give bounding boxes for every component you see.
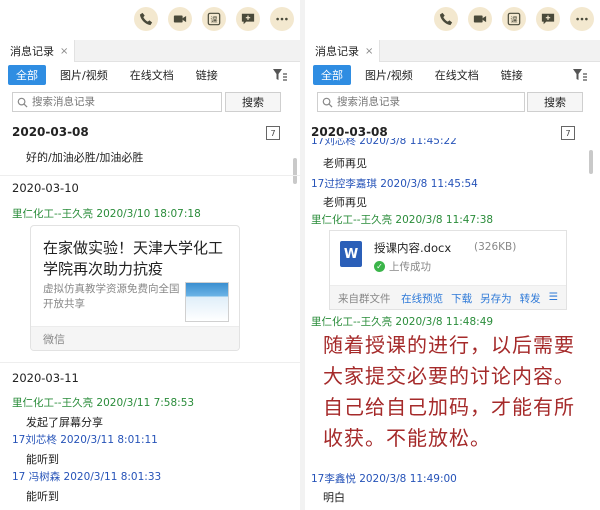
comment-add-icon[interactable]: [236, 7, 260, 31]
divider: [0, 362, 300, 363]
file-actions: 在线预览 下载 另存为 转发 ☰: [401, 291, 558, 306]
card-subtitle: 虚拟仿真教学资源免费向全国开放共享: [43, 283, 180, 310]
message-text: 老师再见: [323, 157, 367, 170]
filter-links[interactable]: 链接: [188, 65, 226, 85]
upload-status-text: 上传成功: [389, 261, 431, 273]
search-button[interactable]: 搜索: [527, 92, 583, 112]
toolbar-icons: 课: [134, 7, 294, 31]
save-as-link[interactable]: 另存为: [480, 291, 512, 306]
search-icon: [322, 97, 333, 108]
filter-all[interactable]: 全部: [313, 65, 351, 85]
message-text: 好的/加油必胜/加油必胜: [26, 151, 144, 164]
message-sender: 里仁化工--王久亮 2020/3/8 11:48:49: [311, 316, 494, 328]
top-toolbar: 课: [305, 0, 600, 40]
download-link[interactable]: 下载: [451, 291, 472, 306]
more-icon[interactable]: [570, 7, 594, 31]
message-list[interactable]: 2020-03-08 7 17刘芯柊 2020/3/8 11:45:22 老师再…: [305, 120, 600, 510]
tab-bar: 消息记录 ×: [0, 40, 300, 62]
top-toolbar: 课: [0, 0, 300, 40]
comment-add-icon[interactable]: [536, 7, 560, 31]
scrollbar-thumb[interactable]: [293, 158, 297, 184]
close-icon[interactable]: ×: [365, 46, 373, 57]
preview-online-link[interactable]: 在线预览: [401, 291, 443, 306]
upload-status: ✓ 上传成功: [374, 259, 431, 274]
search-row: 搜索: [305, 92, 600, 116]
tab-label: 消息记录: [10, 45, 54, 58]
file-name: 授课内容.docx: [374, 241, 452, 255]
card-footer: 微信: [31, 326, 239, 350]
calendar-icon[interactable]: 7: [561, 126, 575, 140]
menu-icon[interactable]: ☰: [549, 291, 558, 306]
date-header: 2020-03-08: [12, 125, 89, 139]
message-text: 能听到: [26, 453, 59, 466]
card-thumbnail: [185, 282, 229, 322]
left-chat-history-panel: 课 消息记录 × 全部 图片/视频 在线文档 链接 搜索 2020: [0, 0, 300, 510]
message-sender: 17过控李嘉琪 2020/3/8 11:45:54: [311, 178, 478, 190]
large-message-text: 随着授课的进行，以后需要大家提交必要的讨论内容。自己给自己加码，才能有所收获。不…: [323, 333, 575, 450]
toolbar-icons: 课: [434, 7, 594, 31]
search-button[interactable]: 搜索: [225, 92, 281, 112]
file-card-footer: 来自群文件 在线预览 下载 另存为 转发 ☰: [330, 285, 566, 309]
filter-online-docs[interactable]: 在线文档: [427, 65, 487, 85]
message-sender: 17李鑫悦 2020/3/8 11:49:00: [311, 473, 457, 485]
filter-bar: 全部 图片/视频 在线文档 链接: [0, 62, 300, 88]
video-icon[interactable]: [468, 7, 492, 31]
filter-online-docs[interactable]: 在线文档: [122, 65, 182, 85]
check-icon: ✓: [374, 261, 385, 272]
date-header: 2020-03-08: [311, 125, 388, 139]
message-list[interactable]: 2020-03-08 7 好的/加油必胜/加油必胜 2020-03-10 里仁化…: [0, 120, 300, 510]
class-glyph: 课: [511, 15, 518, 24]
phone-icon[interactable]: [134, 7, 158, 31]
filter-images-videos[interactable]: 图片/视频: [357, 65, 421, 85]
date-header: 2020-03-11: [12, 371, 79, 385]
filter-links[interactable]: 链接: [493, 65, 531, 85]
forward-link[interactable]: 转发: [520, 291, 541, 306]
message-text: 老师再见: [323, 196, 367, 209]
search-input[interactable]: [337, 96, 517, 108]
message-sender-clipped: 17刘芯柊 2020/3/8 11:45:22: [311, 138, 457, 147]
date-header: 2020-03-10: [12, 181, 79, 195]
search-row: 搜索: [0, 92, 300, 116]
message-sender: 里仁化工--王久亮 2020/3/10 18:07:18: [12, 208, 201, 220]
more-icon[interactable]: [270, 7, 294, 31]
search-box: [317, 92, 525, 112]
search-icon: [17, 97, 28, 108]
message-sender: 里仁化工--王久亮 2020/3/11 7:58:53: [12, 397, 195, 409]
tab-message-history[interactable]: 消息记录 ×: [0, 40, 76, 62]
file-size: (326KB): [474, 241, 517, 253]
calendar-icon[interactable]: 7: [266, 126, 280, 140]
message-sender: 里仁化工--王久亮 2020/3/8 11:47:38: [311, 214, 494, 226]
filter-bar: 全部 图片/视频 在线文档 链接: [305, 62, 600, 88]
class-icon[interactable]: 课: [502, 7, 526, 31]
wechat-article-card[interactable]: 在家做实验！天津大学化工学院再次助力抗疫 虚拟仿真教学资源免费向全国开放共享 微…: [30, 225, 240, 351]
scrollbar-thumb[interactable]: [589, 150, 593, 174]
filter-icon[interactable]: [572, 68, 588, 82]
word-file-icon: W: [340, 241, 362, 267]
right-chat-history-panel: 课 消息记录 × 全部 图片/视频 在线文档 链接 搜索 2020: [305, 0, 600, 510]
phone-icon[interactable]: [434, 7, 458, 31]
close-icon[interactable]: ×: [60, 46, 68, 57]
message-text: 能听到: [26, 490, 59, 503]
tab-message-history[interactable]: 消息记录 ×: [305, 40, 381, 62]
message-sender: 17刘芯柊 2020/3/11 8:01:11: [12, 434, 158, 446]
message-text: 发起了屏幕分享: [26, 416, 103, 429]
message-text: 明白: [323, 491, 345, 504]
divider: [0, 175, 300, 176]
tab-bar: 消息记录 ×: [305, 40, 600, 62]
filter-images-videos[interactable]: 图片/视频: [52, 65, 116, 85]
class-icon[interactable]: 课: [202, 7, 226, 31]
class-glyph: 课: [211, 15, 218, 24]
video-icon[interactable]: [168, 7, 192, 31]
search-box: [12, 92, 222, 112]
filter-all[interactable]: 全部: [8, 65, 46, 85]
card-title: 在家做实验！天津大学化工学院再次助力抗疫: [43, 239, 224, 278]
file-source: 来自群文件: [338, 293, 391, 305]
tab-label: 消息记录: [315, 45, 359, 58]
file-attachment-card[interactable]: W 授课内容.docx (326KB) ✓ 上传成功 来自群文件 在线预览 下载…: [329, 230, 567, 310]
message-sender: 17 冯树森 2020/3/11 8:01:33: [12, 471, 162, 483]
search-input[interactable]: [32, 96, 212, 108]
filter-icon[interactable]: [272, 68, 288, 82]
